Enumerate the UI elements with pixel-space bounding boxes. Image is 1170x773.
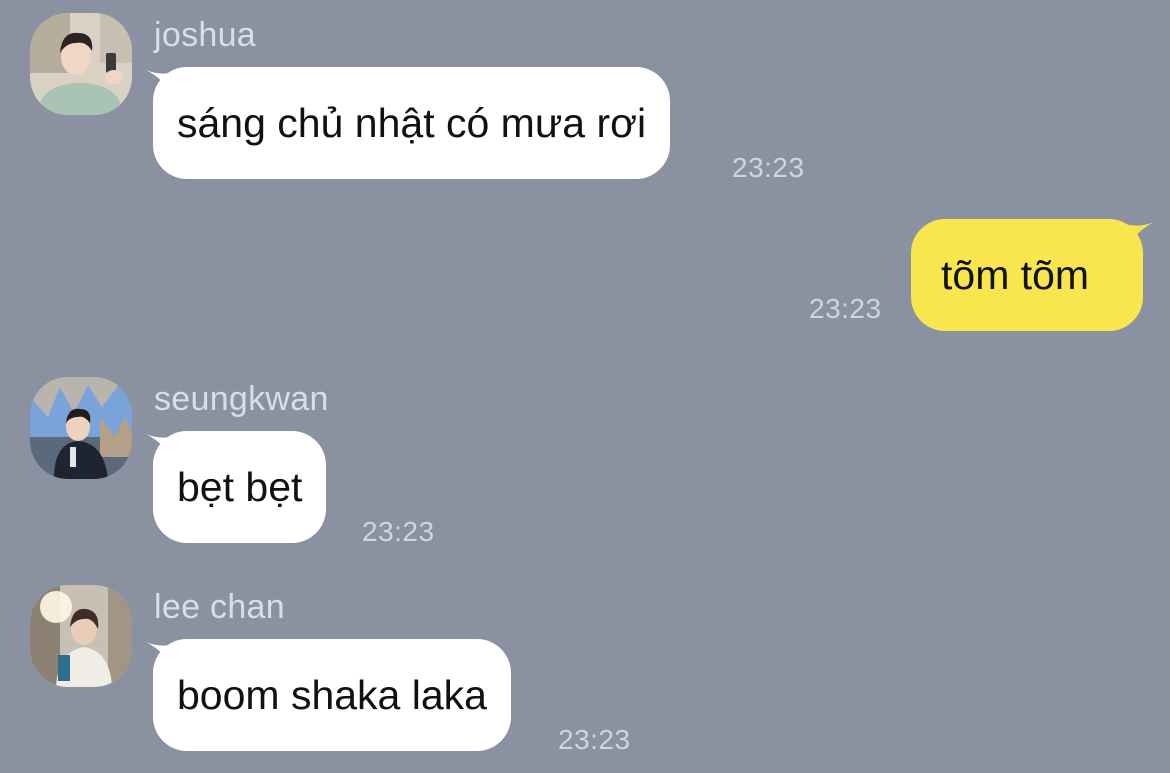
chat-thread[interactable]: joshua sáng chủ nhật có mưa rơi 23:23 23… (0, 0, 1170, 773)
avatar-joshua[interactable] (30, 13, 132, 115)
message-bubble[interactable]: bẹt bẹt (153, 431, 327, 543)
message-time: 23:23 (809, 293, 882, 324)
message-time: 23:23 (558, 724, 631, 755)
sender-name: seungkwan (154, 380, 329, 418)
sender-name: lee chan (154, 588, 285, 626)
message-text: bẹt bẹt (177, 463, 303, 510)
message-bubble[interactable]: boom shaka laka (153, 639, 511, 751)
avatar-lee-chan[interactable] (30, 585, 132, 687)
bubble-tail (1124, 222, 1154, 254)
message-text: boom shaka laka (177, 671, 487, 718)
sender-name: joshua (154, 16, 256, 54)
message-bubble-outgoing[interactable]: tõm tõm (911, 219, 1143, 331)
message-time: 23:23 (732, 152, 805, 183)
message-text: tõm tõm (941, 251, 1090, 298)
avatar-seungkwan[interactable] (30, 377, 132, 479)
message-text: sáng chủ nhật có mưa rơi (177, 99, 647, 146)
lee-chan-avatar-icon (30, 585, 132, 687)
seungkwan-avatar-icon (30, 377, 132, 479)
message-time: 23:23 (362, 516, 435, 547)
message-bubble[interactable]: sáng chủ nhật có mưa rơi (153, 67, 671, 179)
joshua-avatar-icon (30, 13, 132, 115)
